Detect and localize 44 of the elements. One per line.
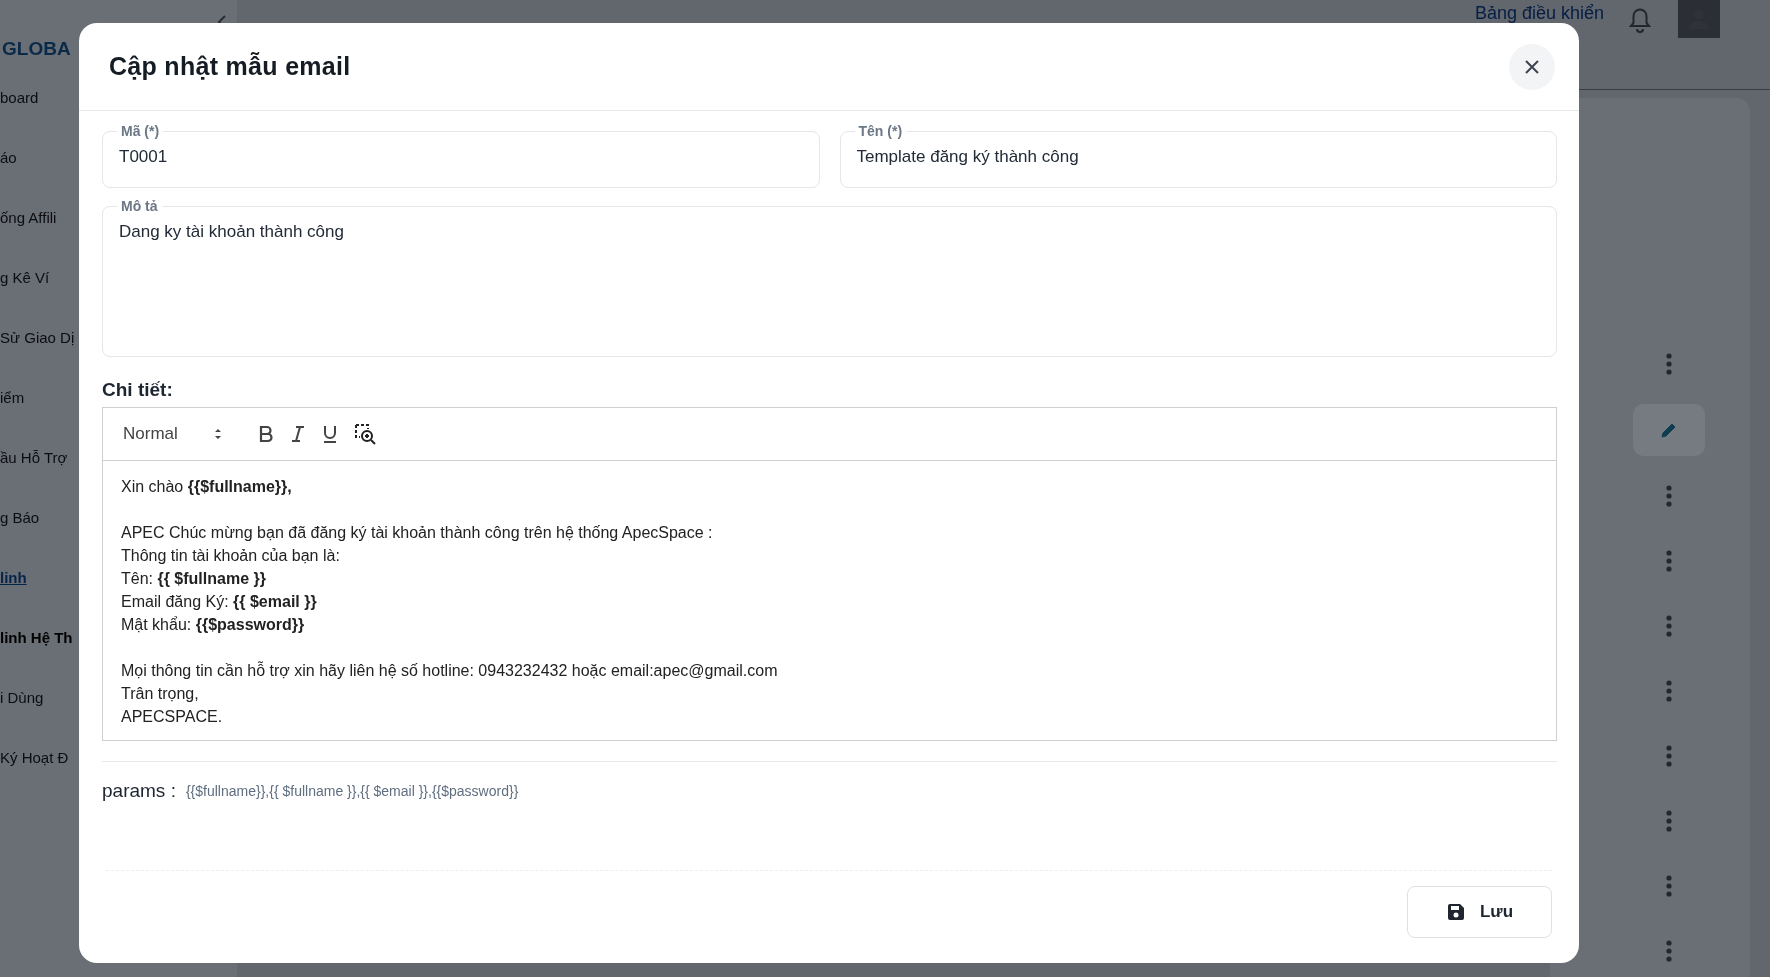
field-label: Mô tả <box>120 198 159 214</box>
params-label: params : <box>102 780 176 802</box>
more-icon[interactable] <box>1666 680 1672 702</box>
more-icon[interactable] <box>1666 485 1672 507</box>
input-field[interactable]: T0001 <box>119 139 803 177</box>
text-line: Email đăng Ký: {{ $email }} <box>121 592 318 612</box>
more-icon[interactable] <box>1666 550 1672 572</box>
close-button[interactable] <box>1509 43 1555 90</box>
dashboard-link[interactable]: Bảng điều khiển <box>1474 2 1604 24</box>
italic-icon[interactable] <box>289 425 306 443</box>
more-icon[interactable] <box>1666 745 1672 767</box>
edit-button[interactable] <box>1633 404 1705 456</box>
updown-icon <box>213 427 222 441</box>
save-button[interactable]: Lưu <box>1407 886 1552 938</box>
format-select[interactable]: Normal <box>123 424 222 444</box>
more-icon[interactable] <box>1666 353 1672 375</box>
section-label: Chi tiết: <box>102 379 174 401</box>
text-line: Trân trọng, <box>121 684 200 704</box>
zoom-icon[interactable] <box>353 423 376 445</box>
text-line: Thông tin tài khoản của bạn là: <box>121 546 341 566</box>
params-text: {{$fullname}},{{ $fullname }},{{ $email }},{{$password}} <box>185 783 519 799</box>
close-icon <box>1524 58 1540 75</box>
text-line: Mọi thông tin cần hỗ trợ xin hãy liên hệ số hotline: 0943232432 hoặc email:apec@gmail.com <box>121 660 779 681</box>
field-label: Tên (*) <box>857 123 904 139</box>
modal-title: Cập nhật mẫu email <box>109 52 351 81</box>
textarea-field[interactable]: Mô tả Dang ky tài khoản thành công <box>102 198 1557 357</box>
text-field[interactable]: Tên (*) Template đăng ký thành công <box>839 123 1557 188</box>
input-field[interactable]: Template đăng ký thành công <box>856 139 1540 177</box>
underline-icon[interactable] <box>321 424 338 444</box>
field-label: Mã (*) <box>120 123 161 139</box>
more-icon[interactable] <box>1666 940 1672 962</box>
more-icon[interactable] <box>1666 615 1672 637</box>
text-field[interactable]: Mã (*) T0001 <box>102 123 820 188</box>
text-line: APECSPACE. <box>121 707 224 727</box>
more-icon[interactable] <box>1666 810 1672 832</box>
text-line: Xin chào {{$fullname}}, <box>121 477 293 497</box>
logo-text: GLOBA <box>2 38 72 61</box>
text-line: Tên: {{ $fullname }} <box>121 569 267 589</box>
text-line: APEC Chúc mừng bạn đã đăng ký tài khoản thành công trên hệ thống ApecSpace : <box>121 523 714 543</box>
text-line: Mật khẩu: {{$password}} <box>121 615 306 635</box>
bold-icon[interactable] <box>257 425 274 443</box>
save-icon <box>1445 902 1466 922</box>
description-field[interactable]: Dang ky tài khoản thành công <box>119 214 1540 342</box>
more-icon[interactable] <box>1666 875 1672 897</box>
